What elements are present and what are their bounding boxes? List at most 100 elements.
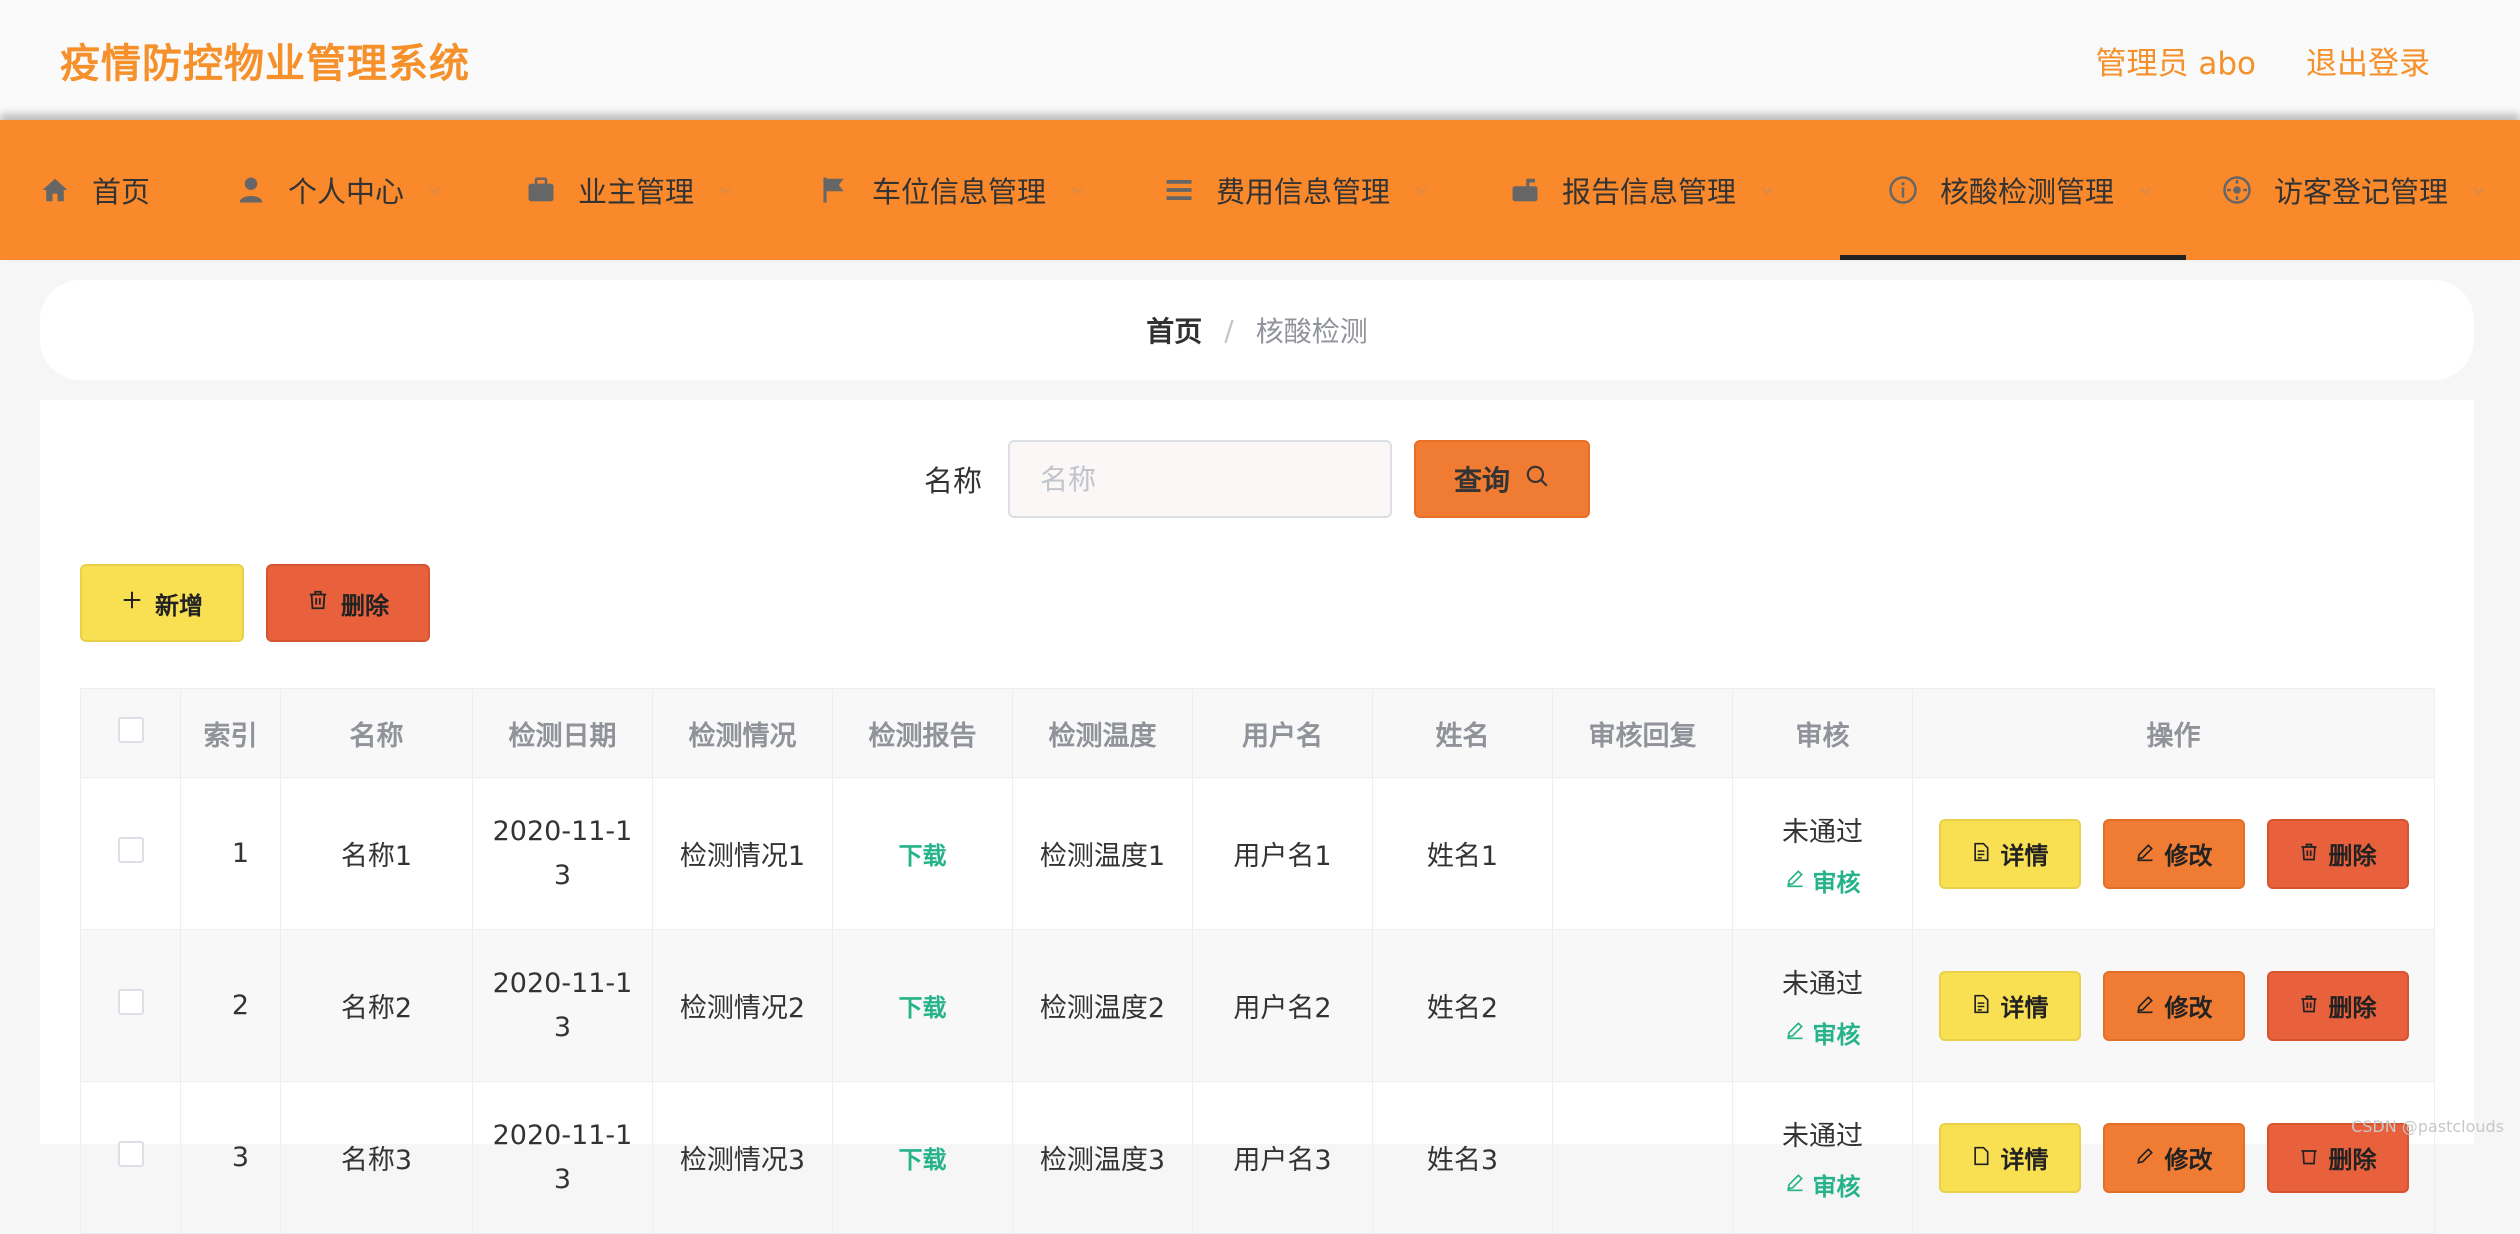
audit-status: 未通过 (1733, 810, 1912, 849)
trash-icon (2299, 992, 2319, 1020)
edit-button-label: 修改 (2165, 1140, 2213, 1175)
row-checkbox[interactable] (118, 837, 144, 863)
list-icon (1162, 173, 1196, 207)
search-input[interactable] (1008, 440, 1392, 518)
cell-temperature: 检测温度2 (1013, 930, 1193, 1082)
audit-status: 未通过 (1733, 1114, 1912, 1153)
download-link[interactable]: 下载 (899, 994, 947, 1022)
select-all-checkbox[interactable] (118, 717, 144, 743)
nav-item-personal-center[interactable]: 个人中心 (220, 120, 510, 260)
app-title: 疫情防控物业管理系统 (60, 31, 470, 89)
edit-button-label: 修改 (2165, 836, 2213, 871)
column-header: 审核回复 (1553, 689, 1733, 778)
cell-name: 名称3 (281, 1082, 473, 1234)
nav-label-visitor-management: 访客登记管理 (2274, 169, 2448, 211)
chevron-down-icon (2470, 179, 2492, 201)
column-header: 姓名 (1373, 689, 1553, 778)
cell-reply (1553, 930, 1733, 1082)
cell-operations: 详情 修改 删除 (1913, 1082, 2435, 1234)
detail-button[interactable]: 详情 (1939, 971, 2081, 1041)
nav-item-parking-management[interactable]: 车位信息管理 (804, 120, 1148, 260)
document-icon (1971, 1144, 1991, 1172)
audit-button-label: 审核 (1813, 1015, 1861, 1050)
nav-item-home[interactable]: 首页 (0, 120, 220, 260)
nav-label-personal-center: 个人中心 (288, 169, 404, 211)
add-button[interactable]: 新增 (80, 564, 244, 642)
cell-report: 下载 (833, 930, 1013, 1082)
cell-temperature: 检测温度3 (1013, 1082, 1193, 1234)
table-row: 3 名称3 2020-11-13 检测情况3 下载 检测温度3 用户名3 姓名3… (81, 1082, 2435, 1234)
info-circle-icon (1886, 173, 1920, 207)
search-icon (1524, 463, 1550, 496)
delete-button[interactable]: 删除 (2267, 819, 2409, 889)
nav-item-report-management[interactable]: 报告信息管理 (1494, 120, 1840, 260)
detail-button[interactable]: 详情 (1939, 1123, 2081, 1193)
chevron-down-icon (1068, 179, 1090, 201)
nav-label-fee-management: 费用信息管理 (1216, 169, 1390, 211)
edit-button[interactable]: 修改 (2103, 819, 2245, 889)
pen-icon (2135, 992, 2155, 1020)
cell-audit: 未通过 审核 (1733, 930, 1913, 1082)
cell-username: 用户名1 (1193, 778, 1373, 930)
search-label: 名称 (924, 458, 982, 500)
search-form: 名称 查询 (40, 440, 2474, 518)
home-icon (38, 173, 72, 207)
column-header: 操作 (1913, 689, 2435, 778)
cell-index: 2 (181, 930, 281, 1082)
nav-label-owner-management: 业主管理 (578, 169, 694, 211)
cell-audit: 未通过 审核 (1733, 1082, 1913, 1234)
row-checkbox[interactable] (118, 1141, 144, 1167)
nav-label-home: 首页 (92, 169, 150, 211)
batch-delete-button-label: 删除 (341, 586, 389, 621)
edit-button[interactable]: 修改 (2103, 1123, 2245, 1193)
document-icon (1971, 840, 1991, 868)
cell-report: 下载 (833, 778, 1013, 930)
breadcrumb-home[interactable]: 首页 (1146, 310, 1202, 350)
column-header: 名称 (281, 689, 473, 778)
search-button-label: 查询 (1454, 459, 1510, 499)
date-text: 2020-11-13 (493, 810, 633, 898)
nav-item-visitor-management[interactable]: 访客登记管理 (2186, 120, 2520, 260)
batch-delete-button[interactable]: 删除 (266, 564, 430, 642)
download-link[interactable]: 下载 (899, 842, 947, 870)
cell-name: 名称1 (281, 778, 473, 930)
nav-item-owner-management[interactable]: 业主管理 (510, 120, 804, 260)
download-link[interactable]: 下载 (899, 1146, 947, 1174)
trash-icon (2299, 840, 2319, 868)
delete-button-label: 删除 (2329, 836, 2377, 871)
search-button[interactable]: 查询 (1414, 440, 1590, 518)
edit-button[interactable]: 修改 (2103, 971, 2245, 1041)
cell-date: 2020-11-13 (473, 930, 653, 1082)
cell-date: 2020-11-13 (473, 778, 653, 930)
nav-item-fee-management[interactable]: 费用信息管理 (1148, 120, 1494, 260)
audit-button[interactable]: 审核 (1785, 863, 1861, 898)
cell-audit: 未通过 审核 (1733, 778, 1913, 930)
date-text: 2020-11-13 (493, 962, 633, 1050)
column-header: 检测情况 (653, 689, 833, 778)
delete-button-label: 删除 (2329, 988, 2377, 1023)
chevron-down-icon (716, 179, 738, 201)
logout-link[interactable]: 退出登录 (2306, 38, 2430, 83)
delete-button[interactable]: 删除 (2267, 971, 2409, 1041)
cell-username: 用户名3 (1193, 1082, 1373, 1234)
row-checkbox[interactable] (118, 989, 144, 1015)
cell-name: 名称2 (281, 930, 473, 1082)
column-header: 检测温度 (1013, 689, 1193, 778)
trash-icon (307, 589, 329, 617)
table-row: 2 名称2 2020-11-13 检测情况2 下载 检测温度2 用户名2 姓名2… (81, 930, 2435, 1082)
audit-button[interactable]: 审核 (1785, 1167, 1861, 1202)
watermark: CSDN @pastclouds (2351, 1117, 2504, 1136)
toolbar: 新增 删除 (80, 564, 430, 642)
audit-button[interactable]: 审核 (1785, 1015, 1861, 1050)
admin-username[interactable]: 管理员 abo (2096, 38, 2257, 83)
cell-index: 3 (181, 1082, 281, 1234)
detail-button[interactable]: 详情 (1939, 819, 2081, 889)
cell-operations: 详情 修改 删除 (1913, 930, 2435, 1082)
column-header: 索引 (181, 689, 281, 778)
flag-icon (818, 173, 852, 207)
cell-temperature: 检测温度1 (1013, 778, 1193, 930)
data-table: 索引 名称 检测日期 检测情况 检测报告 检测温度 用户名 姓名 审核回复 审核… (80, 688, 2435, 1234)
nav-item-nucleic-test-management[interactable]: 核酸检测管理 (1840, 120, 2186, 260)
breadcrumb-separator: / (1224, 314, 1233, 347)
pen-icon (1785, 1018, 1805, 1046)
